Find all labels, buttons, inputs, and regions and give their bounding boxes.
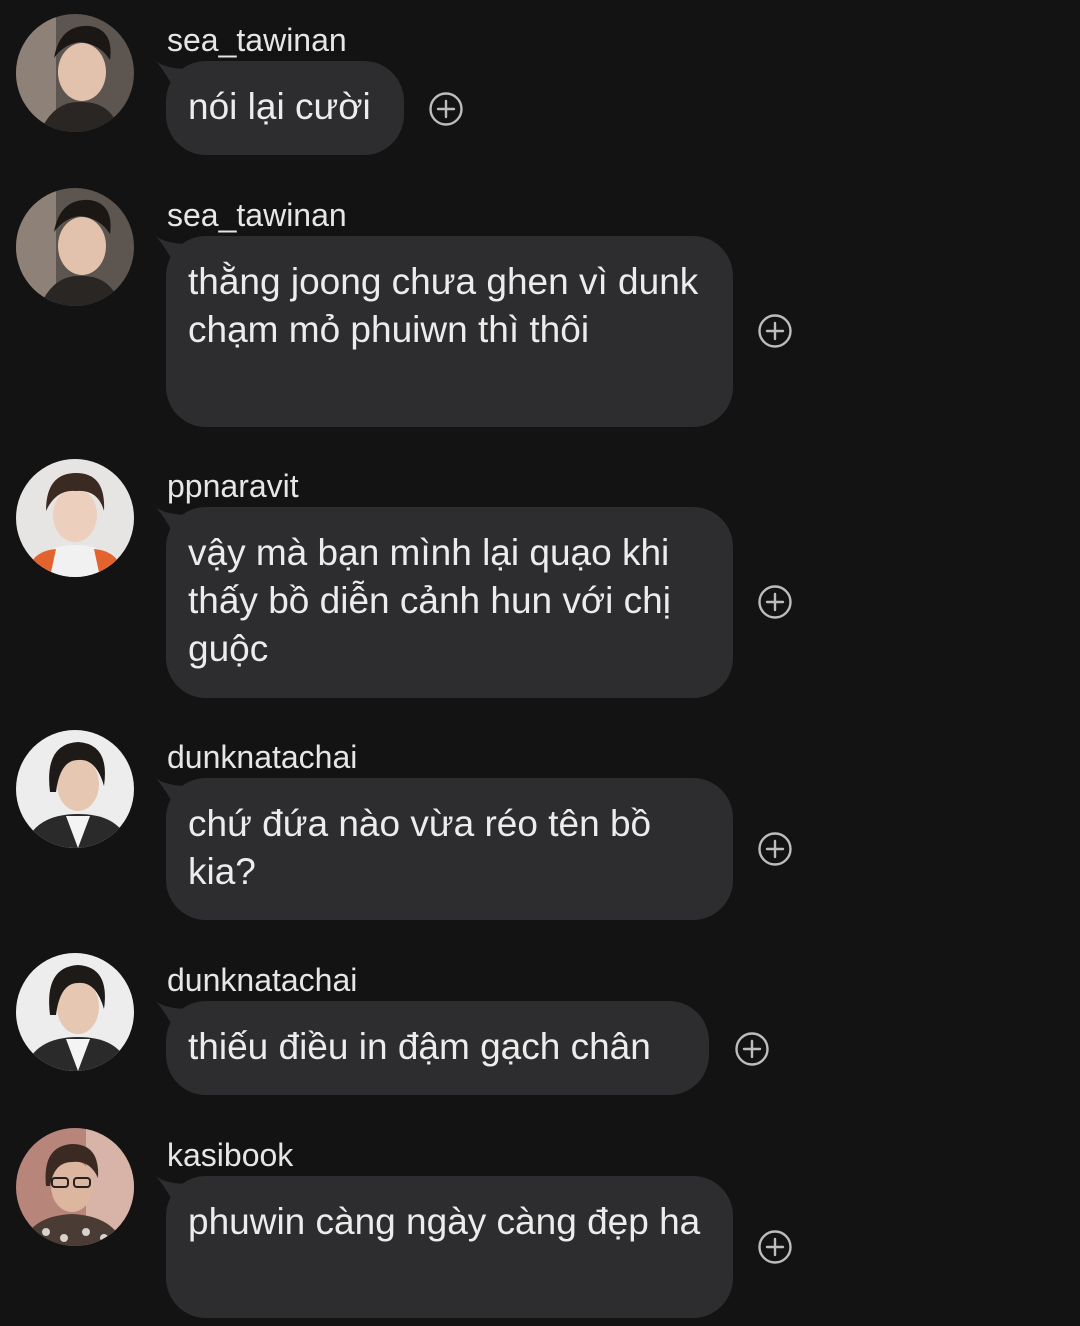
avatar[interactable] <box>16 1128 134 1246</box>
message-row: dunknatachai thiếu điều in đậm gạch chân <box>0 953 1080 1098</box>
username[interactable]: kasibook <box>167 1135 293 1175</box>
message-bubble[interactable]: vậy mà bạn mình lại quạo khi thấy bồ diễ… <box>166 507 733 698</box>
add-reaction-icon[interactable] <box>428 91 464 127</box>
username[interactable]: ppnaravit <box>167 466 299 506</box>
add-reaction-icon[interactable] <box>757 584 793 620</box>
message-row: sea_tawinan nói lại cười <box>0 14 1080 158</box>
avatar[interactable] <box>16 953 134 1071</box>
add-reaction-icon[interactable] <box>757 1229 793 1265</box>
message-text: vậy mà bạn mình lại quạo khi thấy bồ diễ… <box>188 532 671 669</box>
message-row: sea_tawinan thằng joong chưa ghen vì dun… <box>0 188 1080 433</box>
message-bubble[interactable]: phuwin càng ngày càng đẹp ha <box>166 1176 733 1318</box>
message-row: ppnaravit vậy mà bạn mình lại quạo khi t… <box>0 459 1080 704</box>
username[interactable]: dunknatachai <box>167 960 357 1000</box>
message-text: chứ đứa nào vừa réo tên bồ kia? <box>188 803 652 892</box>
add-reaction-icon[interactable] <box>757 831 793 867</box>
message-text: thằng joong chưa ghen vì dunk chạm mỏ ph… <box>188 261 699 350</box>
username[interactable]: sea_tawinan <box>167 20 347 60</box>
avatar[interactable] <box>16 14 134 132</box>
message-text: thiếu điều in đậm gạch chân <box>188 1026 651 1067</box>
message-bubble[interactable]: thiếu điều in đậm gạch chân <box>166 1001 709 1095</box>
message-text: nói lại cười <box>188 86 371 127</box>
add-reaction-icon[interactable] <box>757 313 793 349</box>
avatar[interactable] <box>16 188 134 306</box>
message-bubble[interactable]: thằng joong chưa ghen vì dunk chạm mỏ ph… <box>166 236 733 427</box>
avatar[interactable] <box>16 730 134 848</box>
add-reaction-icon[interactable] <box>734 1031 770 1067</box>
message-row: dunknatachai chứ đứa nào vừa réo tên bồ … <box>0 730 1080 925</box>
username[interactable]: sea_tawinan <box>167 195 347 235</box>
message-bubble[interactable]: nói lại cười <box>166 61 404 155</box>
message-bubble[interactable]: chứ đứa nào vừa réo tên bồ kia? <box>166 778 733 920</box>
avatar[interactable] <box>16 459 134 577</box>
message-text: phuwin càng ngày càng đẹp ha <box>188 1201 701 1242</box>
username[interactable]: dunknatachai <box>167 737 357 777</box>
message-row: kasibook phuwin càng ngày càng đẹp ha <box>0 1128 1080 1326</box>
